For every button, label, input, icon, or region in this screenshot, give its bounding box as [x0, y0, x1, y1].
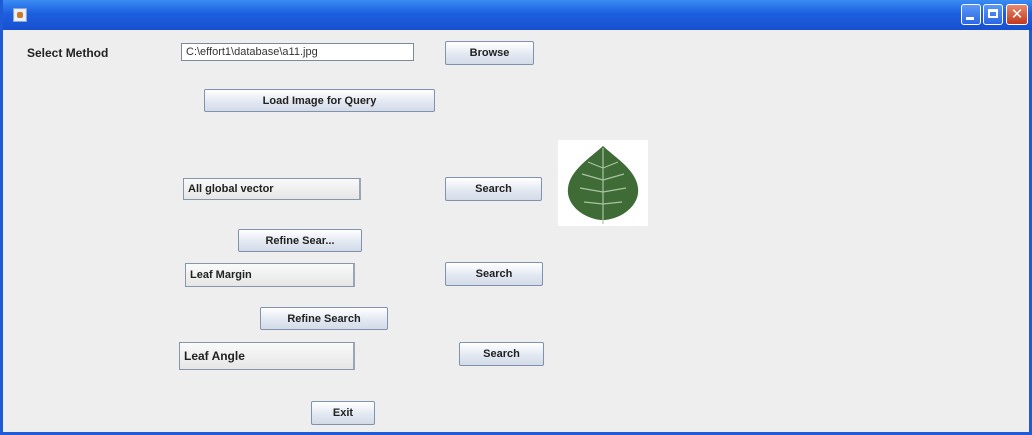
exit-button[interactable]: Exit [311, 401, 375, 425]
method-field-global-vector[interactable]: All global vector [183, 178, 361, 200]
app-window: ✕ Select Method C:\effort1\database\a11.… [0, 0, 1032, 435]
refine-search-button-2[interactable]: Refine Search [260, 307, 388, 330]
minimize-icon [966, 17, 974, 20]
image-path-field[interactable]: C:\effort1\database\a11.jpg [181, 43, 414, 61]
search-button-leaf-margin[interactable]: Search [445, 262, 543, 286]
search-button-leaf-angle[interactable]: Search [459, 342, 544, 366]
minimize-button[interactable] [961, 4, 981, 25]
load-image-button[interactable]: Load Image for Query [204, 89, 435, 112]
select-method-label: Select Method [27, 46, 109, 60]
title-bar[interactable]: ✕ [3, 0, 1032, 30]
maximize-icon [988, 9, 998, 18]
search-button-global-vector[interactable]: Search [445, 177, 542, 201]
browse-button[interactable]: Browse [445, 41, 534, 65]
close-button[interactable]: ✕ [1006, 4, 1028, 25]
method-field-leaf-angle[interactable]: Leaf Angle [179, 342, 355, 370]
close-icon: ✕ [1010, 5, 1024, 23]
refine-search-button-1[interactable]: Refine Sear... [238, 229, 362, 252]
leaf-icon [567, 146, 639, 224]
query-leaf-image [558, 140, 648, 226]
java-app-icon[interactable] [13, 8, 27, 22]
maximize-button[interactable] [983, 4, 1003, 25]
method-field-leaf-margin[interactable]: Leaf Margin [185, 263, 355, 287]
